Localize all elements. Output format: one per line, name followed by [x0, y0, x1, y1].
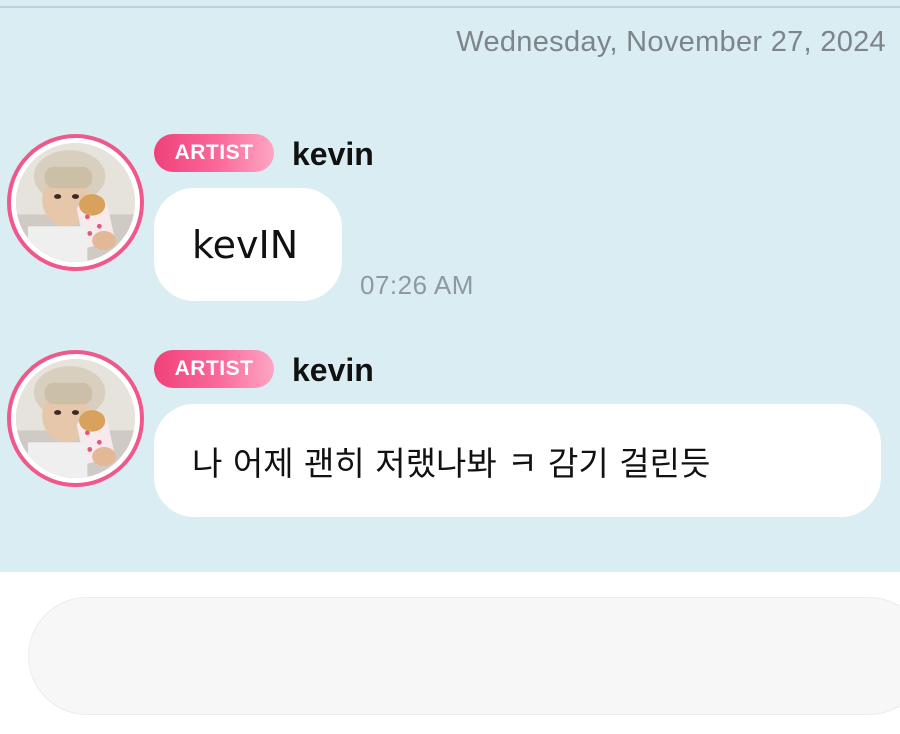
message-bubble[interactable]: kevIN — [154, 188, 342, 301]
message-text: 나 어제 괜히 저랬나봐 ㅋ 감기 걸린듯 — [192, 443, 711, 483]
header-divider — [0, 6, 900, 8]
message-bubble[interactable]: 나 어제 괜히 저랬나봐 ㅋ 감기 걸린듯 — [154, 404, 881, 517]
date-header: Wednesday, November 27, 2024 — [456, 26, 886, 58]
avatar[interactable] — [7, 350, 144, 487]
avatar-photo — [16, 143, 135, 262]
message-text: kevIN — [192, 222, 299, 267]
chat-area: Wednesday, November 27, 2024 ARTIST kevi… — [0, 0, 900, 572]
avatar-image-icon — [16, 359, 135, 478]
artist-badge: ARTIST — [154, 350, 274, 388]
avatar-photo — [16, 359, 135, 478]
sender-name[interactable]: kevin — [292, 136, 374, 173]
avatar-image-icon — [16, 143, 135, 262]
sender-name[interactable]: kevin — [292, 352, 374, 389]
avatar[interactable] — [7, 134, 144, 271]
artist-badge: ARTIST — [154, 134, 274, 172]
message-timestamp: 07:26 AM — [360, 270, 474, 300]
message-input[interactable] — [28, 597, 900, 715]
